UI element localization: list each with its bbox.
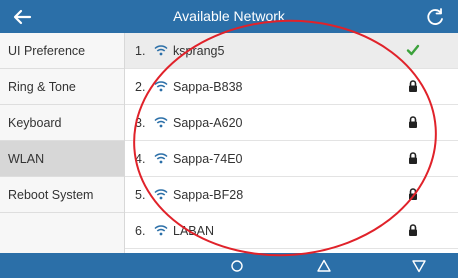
network-ssid: LABAN: [173, 224, 214, 238]
wifi-icon: [154, 225, 168, 236]
network-row-6[interactable]: 6. LABAN: [125, 213, 458, 249]
sidebar-item-ring-tone[interactable]: Ring & Tone: [0, 69, 124, 105]
network-list: 1. ksprang5 2. Sappa-B838 3. Sappa-A620 …: [125, 33, 458, 253]
network-row-1[interactable]: 1. ksprang5: [125, 33, 458, 69]
sidebar-item-ui-preference[interactable]: UI Preference: [0, 33, 124, 69]
network-row-5[interactable]: 5. Sappa-BF28: [125, 177, 458, 213]
check-icon: [406, 44, 420, 56]
wifi-icon: [154, 189, 168, 200]
circle-icon[interactable]: [228, 257, 246, 275]
network-ssid: Sappa-BF28: [173, 188, 244, 202]
sidebar-item-reboot-system[interactable]: Reboot System: [0, 177, 124, 213]
triangle-up-icon[interactable]: [315, 257, 333, 275]
lock-icon: [409, 188, 417, 200]
wifi-icon: [154, 81, 168, 92]
wifi-icon: [154, 45, 168, 56]
network-row-3[interactable]: 3. Sappa-A620: [125, 105, 458, 141]
network-number: 1.: [135, 44, 146, 58]
page-title: Available Network: [173, 8, 285, 24]
lock-icon: [409, 80, 417, 92]
network-ssid: Sappa-B838: [173, 80, 243, 94]
network-number: 4.: [135, 152, 146, 166]
network-ssid: ksprang5: [173, 44, 225, 58]
network-number: 2.: [135, 80, 146, 94]
sidebar-item-keyboard[interactable]: Keyboard: [0, 105, 124, 141]
softkey-bar: [0, 253, 458, 278]
lock-icon: [409, 224, 417, 236]
wifi-icon: [154, 117, 168, 128]
lock-icon: [409, 152, 417, 164]
refresh-icon[interactable]: [424, 6, 446, 28]
network-ssid: Sappa-74E0: [173, 152, 243, 166]
network-ssid: Sappa-A620: [173, 116, 243, 130]
network-row-2[interactable]: 2. Sappa-B838: [125, 69, 458, 105]
network-number: 6.: [135, 224, 146, 238]
triangle-down-icon[interactable]: [410, 257, 428, 275]
network-row-4[interactable]: 4. Sappa-74E0: [125, 141, 458, 177]
network-number: 3.: [135, 116, 146, 130]
settings-sidebar: UI Preference Ring & Tone Keyboard WLAN …: [0, 33, 125, 253]
wifi-icon: [154, 153, 168, 164]
sidebar-item-wlan[interactable]: WLAN: [0, 141, 124, 177]
lock-icon: [409, 116, 417, 128]
title-bar: Available Network: [0, 0, 458, 33]
network-number: 5.: [135, 188, 146, 202]
